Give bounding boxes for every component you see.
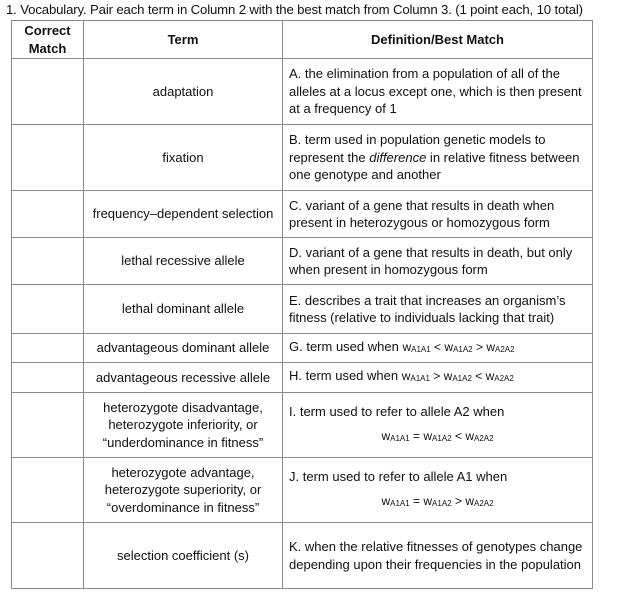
match-input-cell[interactable] <box>11 333 84 363</box>
definition-emphasis: difference <box>369 149 427 165</box>
term-cell: selection coefficient (s) <box>83 522 283 589</box>
term-cell: advantageous dominant allele <box>83 333 283 363</box>
operator: = <box>409 429 424 443</box>
term-cell: adaptation <box>83 58 283 125</box>
table-row: selection coefficient (s) K. when the re… <box>11 522 593 589</box>
match-input-cell[interactable] <box>11 392 84 458</box>
fitness-symbol: w <box>423 494 433 508</box>
table-row: frequency–dependent selection C. variant… <box>11 190 593 238</box>
operator: > <box>429 369 444 384</box>
genotype-subscript: A2A2 <box>473 499 494 508</box>
fitness-equation: wA1A1 = wA1A2 < wA2A2 <box>289 428 586 448</box>
operator: > <box>451 494 466 508</box>
definition-cell: E. describes a trait that increases an o… <box>282 284 593 334</box>
table-row: heterozygote advantage, heterozygote sup… <box>11 457 593 523</box>
genotype-subscript: A1A1 <box>410 374 430 384</box>
term-cell: lethal dominant allele <box>83 284 283 334</box>
fitness-symbol: w <box>486 339 495 354</box>
genotype-subscript: A1A1 <box>390 434 410 443</box>
header-term: Term <box>83 20 283 59</box>
definition-text: G. term used when <box>289 338 403 354</box>
match-input-cell[interactable] <box>11 522 84 589</box>
instructions-text: 1. Vocabulary. Pair each term in Column … <box>6 2 583 17</box>
match-input-cell[interactable] <box>11 237 84 285</box>
definition-text: I. term used to refer to allele A2 when <box>289 403 505 419</box>
definition-cell: K. when the relative fitnesses of genoty… <box>282 522 593 589</box>
table-row: advantageous dominant allele G. term use… <box>11 333 593 363</box>
fitness-symbol: w <box>381 429 391 443</box>
genotype-subscript: A2A2 <box>473 434 494 443</box>
genotype-subscript: A1A1 <box>390 499 410 508</box>
table-row: lethal dominant allele E. describes a tr… <box>11 284 593 334</box>
match-input-cell[interactable] <box>11 58 84 125</box>
genotype-subscript: A1A2 <box>452 374 472 384</box>
term-cell: advantageous recessive allele <box>83 362 283 393</box>
match-input-cell[interactable] <box>11 190 84 238</box>
genotype-subscript: A1A1 <box>411 344 431 354</box>
table-row: adaptation A. the elimination from a pop… <box>11 58 593 125</box>
definition-cell: A. the elimination from a population of … <box>282 58 593 125</box>
table-row: fixation B. term used in population gene… <box>11 124 593 191</box>
match-input-cell[interactable] <box>11 284 84 334</box>
definition-cell: J. term used to refer to allele A1 when w… <box>282 457 593 523</box>
fitness-symbol: w <box>423 429 433 443</box>
definition-text: J. term used to refer to allele A1 when <box>289 468 508 484</box>
genotype-subscript: A1A2 <box>453 344 473 354</box>
match-input-cell[interactable] <box>11 124 84 191</box>
definition-text: H. term used when <box>289 368 402 384</box>
definition-cell: H. term used when wA1A1 > wA1A2 < wA2A2 <box>282 362 593 393</box>
definition-cell: C. variant of a gene that results in dea… <box>282 190 593 238</box>
definition-cell: D. variant of a gene that results in dea… <box>282 237 593 285</box>
match-input-cell[interactable] <box>11 457 84 523</box>
fitness-symbol: w <box>465 429 474 443</box>
fitness-symbol: w <box>402 339 412 354</box>
fitness-symbol: w <box>485 369 495 384</box>
definition-cell: I. term used to refer to allele A2 when w… <box>282 392 593 458</box>
fitness-symbol: w <box>465 494 474 508</box>
operator: = <box>409 494 424 508</box>
definition-cell: G. term used when wA1A1 < wA1A2 > wA2A2 <box>282 333 593 363</box>
header-definition: Definition/Best Match <box>282 20 593 59</box>
genotype-subscript: A1A2 <box>432 434 452 443</box>
operator: < <box>430 339 445 354</box>
vocabulary-table: Correct Match Term Definition/Best Match… <box>11 20 593 589</box>
operator: > <box>472 339 487 354</box>
genotype-subscript: A2A2 <box>494 374 514 384</box>
table-row: advantageous recessive allele H. term us… <box>11 362 593 393</box>
fitness-symbol: w <box>444 339 454 354</box>
definition-cell: B. term used in population genetic model… <box>282 124 593 191</box>
table-row: heterozygote disadvantage, heterozygote … <box>11 392 593 458</box>
fitness-symbol: w <box>381 494 391 508</box>
table-row: lethal recessive allele D. variant of a … <box>11 237 593 285</box>
operator: < <box>451 429 466 443</box>
match-input-cell[interactable] <box>11 362 84 393</box>
header-row: Correct Match Term Definition/Best Match <box>11 20 593 59</box>
operator: < <box>471 369 486 384</box>
term-cell: heterozygote advantage, heterozygote sup… <box>83 457 283 523</box>
term-cell: frequency–dependent selection <box>83 190 283 238</box>
term-cell: fixation <box>83 124 283 191</box>
fitness-equation: wA1A1 = wA1A2 > wA2A2 <box>289 493 586 513</box>
genotype-subscript: A2A2 <box>495 344 515 354</box>
header-correct-match: Correct Match <box>11 20 84 59</box>
term-cell: heterozygote disadvantage, heterozygote … <box>83 392 283 458</box>
term-cell: lethal recessive allele <box>83 237 283 285</box>
genotype-subscript: A1A2 <box>432 499 452 508</box>
